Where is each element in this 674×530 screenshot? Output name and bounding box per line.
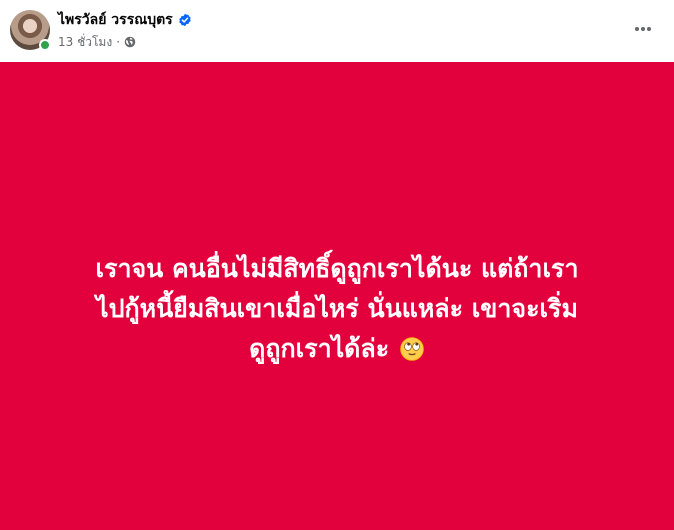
post-more-options-button[interactable] — [628, 14, 658, 44]
verified-badge-icon — [178, 13, 192, 27]
online-status-indicator — [39, 39, 51, 51]
more-horizontal-icon — [634, 26, 652, 32]
status-background-card: เราจน คนอื่นไม่มีสิทธิ์ดูถูกเราได้นะ แต่… — [0, 62, 674, 530]
face-with-rolling-eyes-icon — [399, 336, 425, 368]
post-time[interactable]: 13 ชั่วโมง — [58, 33, 112, 52]
meta-separator: · — [116, 35, 121, 49]
status-line-2: ไปกู้หนี้ยืมสินเขาเมื่อไหร่ นั่นแหล่ะ เข… — [37, 289, 637, 329]
post-meta: 13 ชั่วโมง · — [58, 33, 136, 51]
post-header: ไพรวัลย์ วรรณบุตร 13 ชั่วโมง · — [0, 0, 674, 62]
status-line-2-text: ไปกู้หนี้ยืมสินเขาเมื่อไหร่ นั่นแหล่ะ เข… — [96, 293, 578, 323]
status-line-1-text: เราจน คนอื่นไม่มีสิทธิ์ดูถูกเราได้นะ แต่… — [95, 253, 579, 283]
author-name[interactable]: ไพรวัลย์ วรรณบุตร — [58, 10, 173, 30]
facebook-post: ไพรวัลย์ วรรณบุตร 13 ชั่วโมง · เราจน คนอ… — [0, 0, 674, 530]
author-avatar-container[interactable] — [10, 10, 51, 51]
status-line-1: เราจน คนอื่นไม่มีสิทธิ์ดูถูกเราได้นะ แต่… — [37, 249, 637, 289]
status-line-3: ดูถูกเราได้ล่ะ — [37, 329, 637, 374]
globe-icon[interactable] — [124, 36, 136, 48]
author-row: ไพรวัลย์ วรรณบุตร — [58, 10, 192, 30]
status-line-3-text: ดูถูกเราได้ล่ะ — [249, 333, 390, 363]
status-message: เราจน คนอื่นไม่มีสิทธิ์ดูถูกเราได้นะ แต่… — [37, 249, 637, 374]
